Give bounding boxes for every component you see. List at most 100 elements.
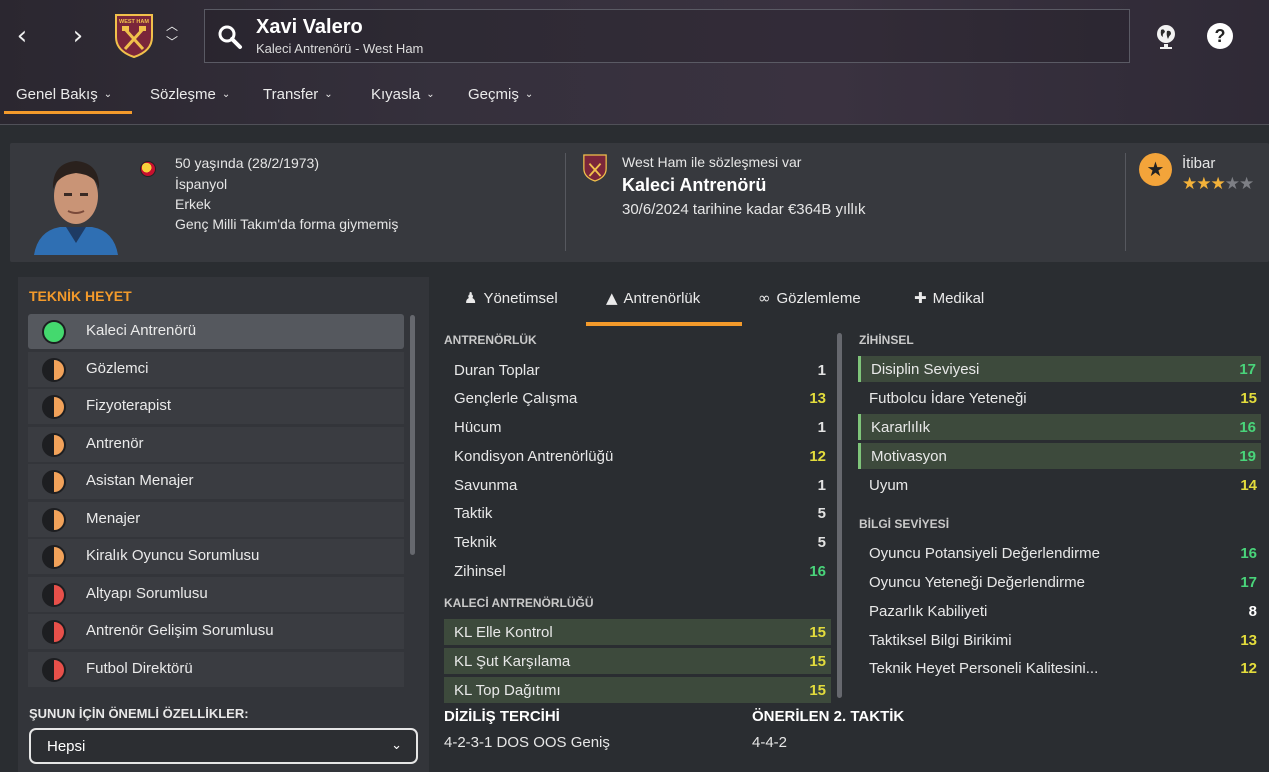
club-crest-icon xyxy=(583,154,607,182)
formation-title: DİZİLİŞ TERCİHİ xyxy=(444,708,560,725)
tab-yonetimsel[interactable]: ♟ Yönetimsel xyxy=(464,289,558,319)
staff-item[interactable]: Futbol Direktörü xyxy=(28,652,404,687)
attribute-row: Uyum 14 xyxy=(859,472,1262,498)
nationality: İspanyol xyxy=(175,176,228,192)
tab-label: Yönetimsel xyxy=(483,290,558,307)
section-title: KALECİ ANTRENÖRLÜĞÜ xyxy=(444,596,594,610)
contract-details: 30/6/2024 tarihine kadar €364B yıllık xyxy=(622,201,866,218)
staff-list-scrollbar[interactable] xyxy=(410,315,415,555)
staff-item[interactable]: Kaleci Antrenörü xyxy=(28,314,404,349)
attribute-name: Hücum xyxy=(454,419,502,436)
staff-item[interactable]: Asistan Menajer xyxy=(28,464,404,499)
attribute-value: 16 xyxy=(1239,419,1256,436)
attribute-name: Motivasyon xyxy=(871,448,947,465)
attribute-name: KL Elle Kontrol xyxy=(454,624,553,641)
forward-button[interactable]: › xyxy=(64,22,92,50)
staff-item-label: Asistan Menajer xyxy=(86,472,194,489)
binoculars-icon: ∞ xyxy=(758,289,771,307)
cone-icon: ▲ xyxy=(606,289,618,307)
menu-genel-bakis[interactable]: Genel Bakış ⌄ xyxy=(16,86,112,114)
attribute-name: Teknik xyxy=(454,534,497,551)
menu-sozlesme[interactable]: Sözleşme ⌄ xyxy=(150,86,230,114)
attribute-name: Kararlılık xyxy=(871,419,931,436)
attribute-value: 15 xyxy=(809,682,826,699)
attribute-value: 19 xyxy=(1239,448,1256,465)
star-icon: ★ xyxy=(1196,174,1211,194)
attribute-row: Teknik 5 xyxy=(444,529,831,555)
staff-item[interactable]: Altyapı Sorumlusu xyxy=(28,577,404,612)
staff-list: Kaleci Antrenörü Gözlemci Fizyoterapist … xyxy=(28,314,404,694)
divider xyxy=(565,153,566,251)
attribute-name: Oyuncu Potansiyeli Değerlendirme xyxy=(869,545,1100,562)
staff-item[interactable]: Antrenör Gelişim Sorumlusu xyxy=(28,614,404,649)
attribute-value: 12 xyxy=(809,448,826,465)
staff-item[interactable]: Gözlemci xyxy=(28,352,404,387)
tab-gozlemleme[interactable]: ∞ Gözlemleme xyxy=(758,289,861,319)
attribute-row: KL Top Dağıtımı 15 xyxy=(444,677,831,703)
menu-label: Genel Bakış xyxy=(16,86,98,103)
chevron-down-icon: ⌄ xyxy=(524,89,534,100)
chevron-up-icon[interactable]: ︿ xyxy=(163,18,181,34)
chevron-down-icon[interactable]: ﹀ xyxy=(163,34,181,50)
chevron-down-icon: ⌄ xyxy=(391,738,402,753)
staff-item[interactable]: Fizyoterapist xyxy=(28,389,404,424)
contract-status: West Ham ile sözleşmesi var xyxy=(622,154,802,170)
attribute-name: Disiplin Seviyesi xyxy=(871,361,980,378)
attributes-scrollbar[interactable] xyxy=(837,333,842,698)
profile-card: 50 yaşında (28/2/1973) İspanyol Erkek Ge… xyxy=(10,143,1269,262)
attribute-name: Taktiksel Bilgi Birikimi xyxy=(869,632,1012,649)
attribute-row: Kondisyon Antrenörlüğü 12 xyxy=(444,443,831,469)
chevron-down-icon: ⌄ xyxy=(103,89,113,100)
search-box[interactable]: Xavi Valero Kaleci Antrenörü - West Ham xyxy=(204,9,1130,63)
attribute-row: Motivasyon 19 xyxy=(858,443,1261,469)
attribute-value: 15 xyxy=(809,653,826,670)
attribute-name: Savunma xyxy=(454,477,518,494)
attribute-row: Gençlerle Çalışma 13 xyxy=(444,385,831,411)
attribute-name: Taktik xyxy=(454,505,493,522)
staff-item[interactable]: Menajer xyxy=(28,502,404,537)
club-crest-icon[interactable]: WEST HAM xyxy=(113,13,155,59)
reputation-label: İtibar xyxy=(1182,155,1216,172)
staff-item-label: Altyapı Sorumlusu xyxy=(86,585,208,602)
staff-item-label: Futbol Direktörü xyxy=(86,660,193,677)
person-subtitle: Kaleci Antrenörü - West Ham xyxy=(256,41,424,56)
staff-item[interactable]: Kiralık Oyuncu Sorumlusu xyxy=(28,539,404,574)
tab-label: Antrenörlük xyxy=(623,290,701,307)
up-down-toggle[interactable]: ︿ ﹀ xyxy=(163,18,181,54)
attribute-row: Taktik 5 xyxy=(444,500,831,526)
attribute-name: Pazarlık Kabiliyeti xyxy=(869,603,988,620)
tab-label: Gözlemleme xyxy=(776,290,861,307)
divider xyxy=(1125,153,1126,251)
tab-medikal[interactable]: ✚ Medikal xyxy=(914,289,984,319)
menu-label: Sözleşme xyxy=(150,86,216,103)
attribute-value: 15 xyxy=(809,624,826,641)
avatar xyxy=(30,151,122,255)
attribute-row: Oyuncu Potansiyeli Değerlendirme 16 xyxy=(859,540,1262,566)
attribute-row: Taktiksel Bilgi Birikimi 13 xyxy=(859,627,1262,653)
menu-transfer[interactable]: Transfer ⌄ xyxy=(263,86,333,114)
staff-item-label: Kiralık Oyuncu Sorumlusu xyxy=(86,547,260,564)
star-icon: ★ xyxy=(1239,174,1254,194)
attribute-value: 17 xyxy=(1239,361,1256,378)
top-bar: ‹ › WEST HAM ︿ ﹀ Xavi Valero Kaleci Antr… xyxy=(0,0,1269,125)
attribute-value: 8 xyxy=(1248,603,1257,620)
staff-item[interactable]: Antrenör xyxy=(28,427,404,462)
tab-antrenorluk[interactable]: ▲ Antrenörlük xyxy=(606,289,700,319)
svg-text:?: ? xyxy=(1215,26,1226,46)
reputation-stars: ★★★★★ xyxy=(1182,174,1254,194)
back-button[interactable]: ‹ xyxy=(8,22,36,50)
world-icon[interactable] xyxy=(1152,22,1180,50)
staff-panel-title: TEKNİK HEYET xyxy=(29,288,132,304)
attribute-value: 15 xyxy=(1240,390,1257,407)
section-title: ANTRENÖRLÜK xyxy=(444,333,537,347)
staff-item-label: Antrenör Gelişim Sorumlusu xyxy=(86,622,274,639)
attribute-value: 14 xyxy=(1240,477,1257,494)
crest-text: WEST HAM xyxy=(119,19,149,25)
section-title: BİLGİ SEVİYESİ xyxy=(859,517,950,531)
attribute-filter-select[interactable]: Hepsi ⌄ xyxy=(29,728,418,764)
active-menu-indicator xyxy=(4,111,132,114)
menu-kiyasla[interactable]: Kıyasla ⌄ xyxy=(371,86,435,114)
help-icon[interactable]: ? xyxy=(1206,22,1234,50)
attribute-filter-label: ŞUNUN İÇİN ÖNEMLİ ÖZELLİKLER: xyxy=(29,706,249,721)
menu-gecmis[interactable]: Geçmiş ⌄ xyxy=(468,86,533,114)
